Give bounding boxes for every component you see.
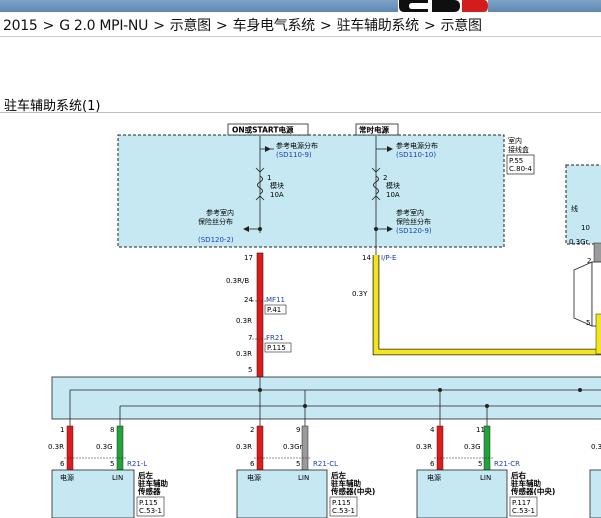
jb-label-2: 接线盒	[508, 145, 529, 154]
wire-spec-3: 0.3R	[236, 350, 252, 358]
sensor-2-lin-pin2: 5	[296, 460, 300, 468]
sensor-1-pwr-label: 电源	[60, 473, 74, 482]
pin-5: 5	[248, 366, 252, 374]
jb-page: P.55	[509, 157, 523, 165]
connector-ip-e: I/P-E	[381, 254, 396, 262]
sensor-rear-right-center: 4 0.3R 6 11 0.3G 5 R21-CR 电源 LIN 后右 驻车辅助…	[416, 425, 555, 518]
jb-conn: C.80-4	[509, 165, 533, 173]
wire-spec-1: 0.3R/B	[226, 277, 249, 285]
yellow-constant-wire	[373, 255, 601, 355]
sensor-3-name3: 传感器(中央)	[510, 486, 555, 496]
left-fuse-num: 1	[267, 174, 271, 182]
sensor-3-c: C.53-1	[512, 507, 535, 515]
sensor-1-connector: R21-L	[127, 460, 147, 468]
left-ref-label: 参考电源分布	[276, 141, 318, 150]
right-partial-pin5: 5	[586, 319, 590, 327]
mf11-page: P.41	[267, 306, 281, 314]
sensor-2-c: C.53-1	[332, 507, 355, 515]
right-ref-label: 参考电源分布	[396, 141, 438, 150]
speaker-symbol	[573, 261, 593, 327]
jb-label-1: 室内	[508, 136, 522, 145]
sensor-1-lin-spec: 0.3G	[96, 443, 113, 451]
left-ref2-code: (SD120-2)	[198, 236, 234, 244]
sensor-4-partial	[589, 469, 601, 518]
sensor-3-connector: R21-CR	[494, 460, 520, 468]
edge-partial-spec: 0.3	[591, 443, 601, 451]
sensor-rear-left-center: 2 0.3R 6 9 0.3Gr 5 R21-CL 电源 LIN 后左 驻车辅助…	[236, 425, 375, 518]
sensor-2-pwr-pin: 2	[250, 426, 254, 434]
sensor-1-power-wire	[66, 425, 74, 471]
wire-spec-2: 0.3R	[236, 317, 252, 325]
sensor-3-pwr-label: 电源	[427, 473, 441, 482]
sensor-3-lin-pin: 11	[476, 426, 485, 434]
red-power-wire	[256, 252, 264, 378]
sensor-2-page: P.115	[332, 499, 351, 507]
connector-mf11: MF11	[266, 296, 285, 304]
sensor-2-lin-pin: 9	[296, 426, 300, 434]
yellow-wire-spec: 0.3Y	[352, 290, 368, 298]
left-ref2-line1: 参考室内	[206, 208, 234, 217]
pin-17: 17	[244, 254, 253, 262]
sensor-bus-box	[51, 376, 601, 420]
sensor-1-c: C.53-1	[139, 507, 162, 515]
sensor-rear-left: 1 0.3R 6 8 0.3G 5 R21-L 电源 LIN 后左 驻车辅助 传…	[48, 425, 168, 518]
sensor-2-lin-label: LIN	[298, 474, 309, 482]
sensor-2-pwr-spec: 0.3R	[236, 443, 252, 451]
right-ref2-code: (SD120-9)	[396, 227, 432, 235]
constant-power-label: 常时电源	[359, 125, 389, 135]
sensor-1-page: P.115	[139, 499, 158, 507]
sensor-2-pwr-label: 电源	[247, 473, 261, 482]
sensor-3-lin-spec: 0.3G	[464, 443, 481, 451]
sensor-2-connector: R21-CL	[313, 460, 338, 468]
sensor-3-lin-label: LIN	[480, 474, 491, 482]
right-ref-code: (SD110-10)	[396, 151, 436, 159]
sensor-3-page: P.117	[512, 499, 531, 507]
right-fuse-amp: 10A	[386, 191, 400, 199]
sensor-2-lin-wire	[301, 425, 309, 471]
sensor-2-power-wire	[256, 425, 264, 471]
sensor-3-pwr-pin: 4	[430, 426, 435, 434]
pin-14: 14	[362, 254, 371, 262]
connector-fr21: FR21	[266, 334, 284, 342]
right-fuse-num: 2	[383, 174, 387, 182]
sensor-2-pwr-pin2: 6	[250, 460, 255, 468]
sensor-3-power-wire	[436, 425, 444, 471]
sensor-3-lin-pin2: 5	[478, 460, 482, 468]
sensor-1-lin-label: LIN	[112, 474, 123, 482]
right-partial-pin10: 10	[581, 224, 590, 232]
sensor-1-lin-pin2: 5	[110, 460, 114, 468]
sensor-1-pwr-spec: 0.3R	[48, 443, 64, 451]
fr21-page: P.115	[267, 344, 286, 352]
left-ref2-line2: 保险丝分布	[198, 217, 233, 226]
left-ref-code: (SD110-9)	[276, 151, 312, 159]
sensor-3-pwr-pin2: 6	[430, 460, 435, 468]
on-start-power-label: ON或START电源	[232, 125, 294, 135]
sensor-2-lin-spec: 0.3Gr	[283, 443, 303, 451]
wiring-diagram: ON或START电源 常时电源 室内 接线盒 P.55 C.80-4 参考电源分…	[48, 123, 601, 518]
sensor-2-name3: 传感器(中央)	[330, 486, 375, 496]
pin-7: 7	[248, 334, 252, 342]
pin-24: 24	[244, 296, 253, 304]
right-ref2-line2: 保险丝分布	[396, 217, 431, 226]
sensor-1-pwr-pin: 1	[60, 426, 64, 434]
sensor-1-name3: 传感器	[137, 486, 161, 496]
right-ref2-line1: 参考室内	[396, 208, 424, 217]
left-fuse-amp: 10A	[270, 191, 284, 199]
right-partial-label: 线	[571, 204, 578, 213]
sensor-1-lin-wire	[116, 425, 124, 471]
sensor-1-lin-pin: 8	[110, 426, 114, 434]
right-fuse-name: 模块	[386, 181, 400, 190]
right-partial-spec: 0.3Gr	[569, 238, 589, 246]
left-fuse-name: 模块	[270, 181, 284, 190]
sensor-3-pwr-spec: 0.3R	[416, 443, 432, 451]
sensor-1-pwr-pin2: 6	[60, 460, 65, 468]
